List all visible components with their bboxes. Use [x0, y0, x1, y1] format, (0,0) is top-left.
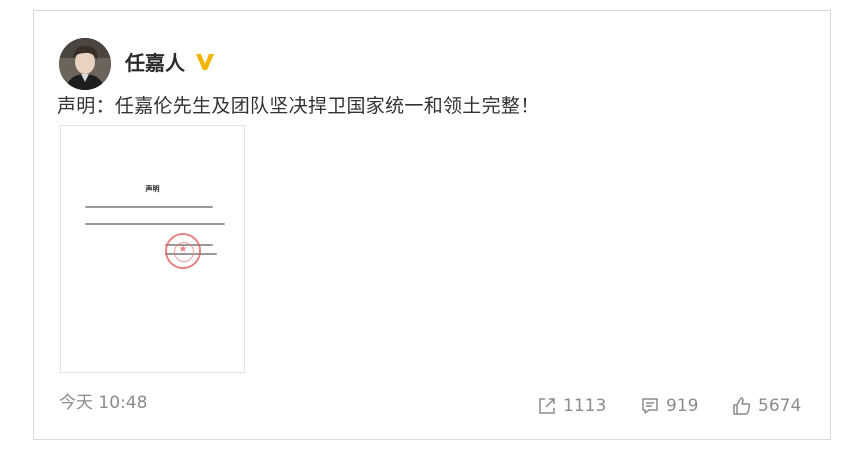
- share-icon: [539, 398, 555, 414]
- like-button[interactable]: 5674: [732, 394, 801, 418]
- post-timestamp: 今天 10:48: [59, 393, 148, 413]
- author-name[interactable]: 任嘉人: [125, 49, 185, 77]
- avatar-portrait-image: [59, 38, 111, 90]
- document-text-line: [85, 223, 225, 225]
- share-count: 1113: [563, 396, 607, 416]
- author-avatar[interactable]: [59, 38, 111, 90]
- verified-v-badge-icon: [196, 54, 214, 70]
- thumbs-up-icon: [733, 397, 751, 415]
- document-text-line: [85, 206, 213, 208]
- comment-button[interactable]: 919: [640, 394, 698, 418]
- like-count: 5674: [758, 396, 802, 416]
- statement-document-image[interactable]: 声明 ★: [60, 125, 245, 373]
- weibo-post-card: 任嘉人 声明：任嘉伦先生及团队坚决捍卫国家统一和领土完整！ 声明 ★ 今天 10…: [33, 10, 831, 440]
- share-button[interactable]: 1113: [537, 394, 606, 418]
- comment-icon: [642, 398, 658, 414]
- comment-count: 919: [666, 396, 699, 416]
- post-text: 声明：任嘉伦先生及团队坚决捍卫国家统一和领土完整！: [57, 95, 540, 117]
- red-seal-stamp: ★: [165, 233, 201, 269]
- document-title: 声明: [145, 184, 160, 193]
